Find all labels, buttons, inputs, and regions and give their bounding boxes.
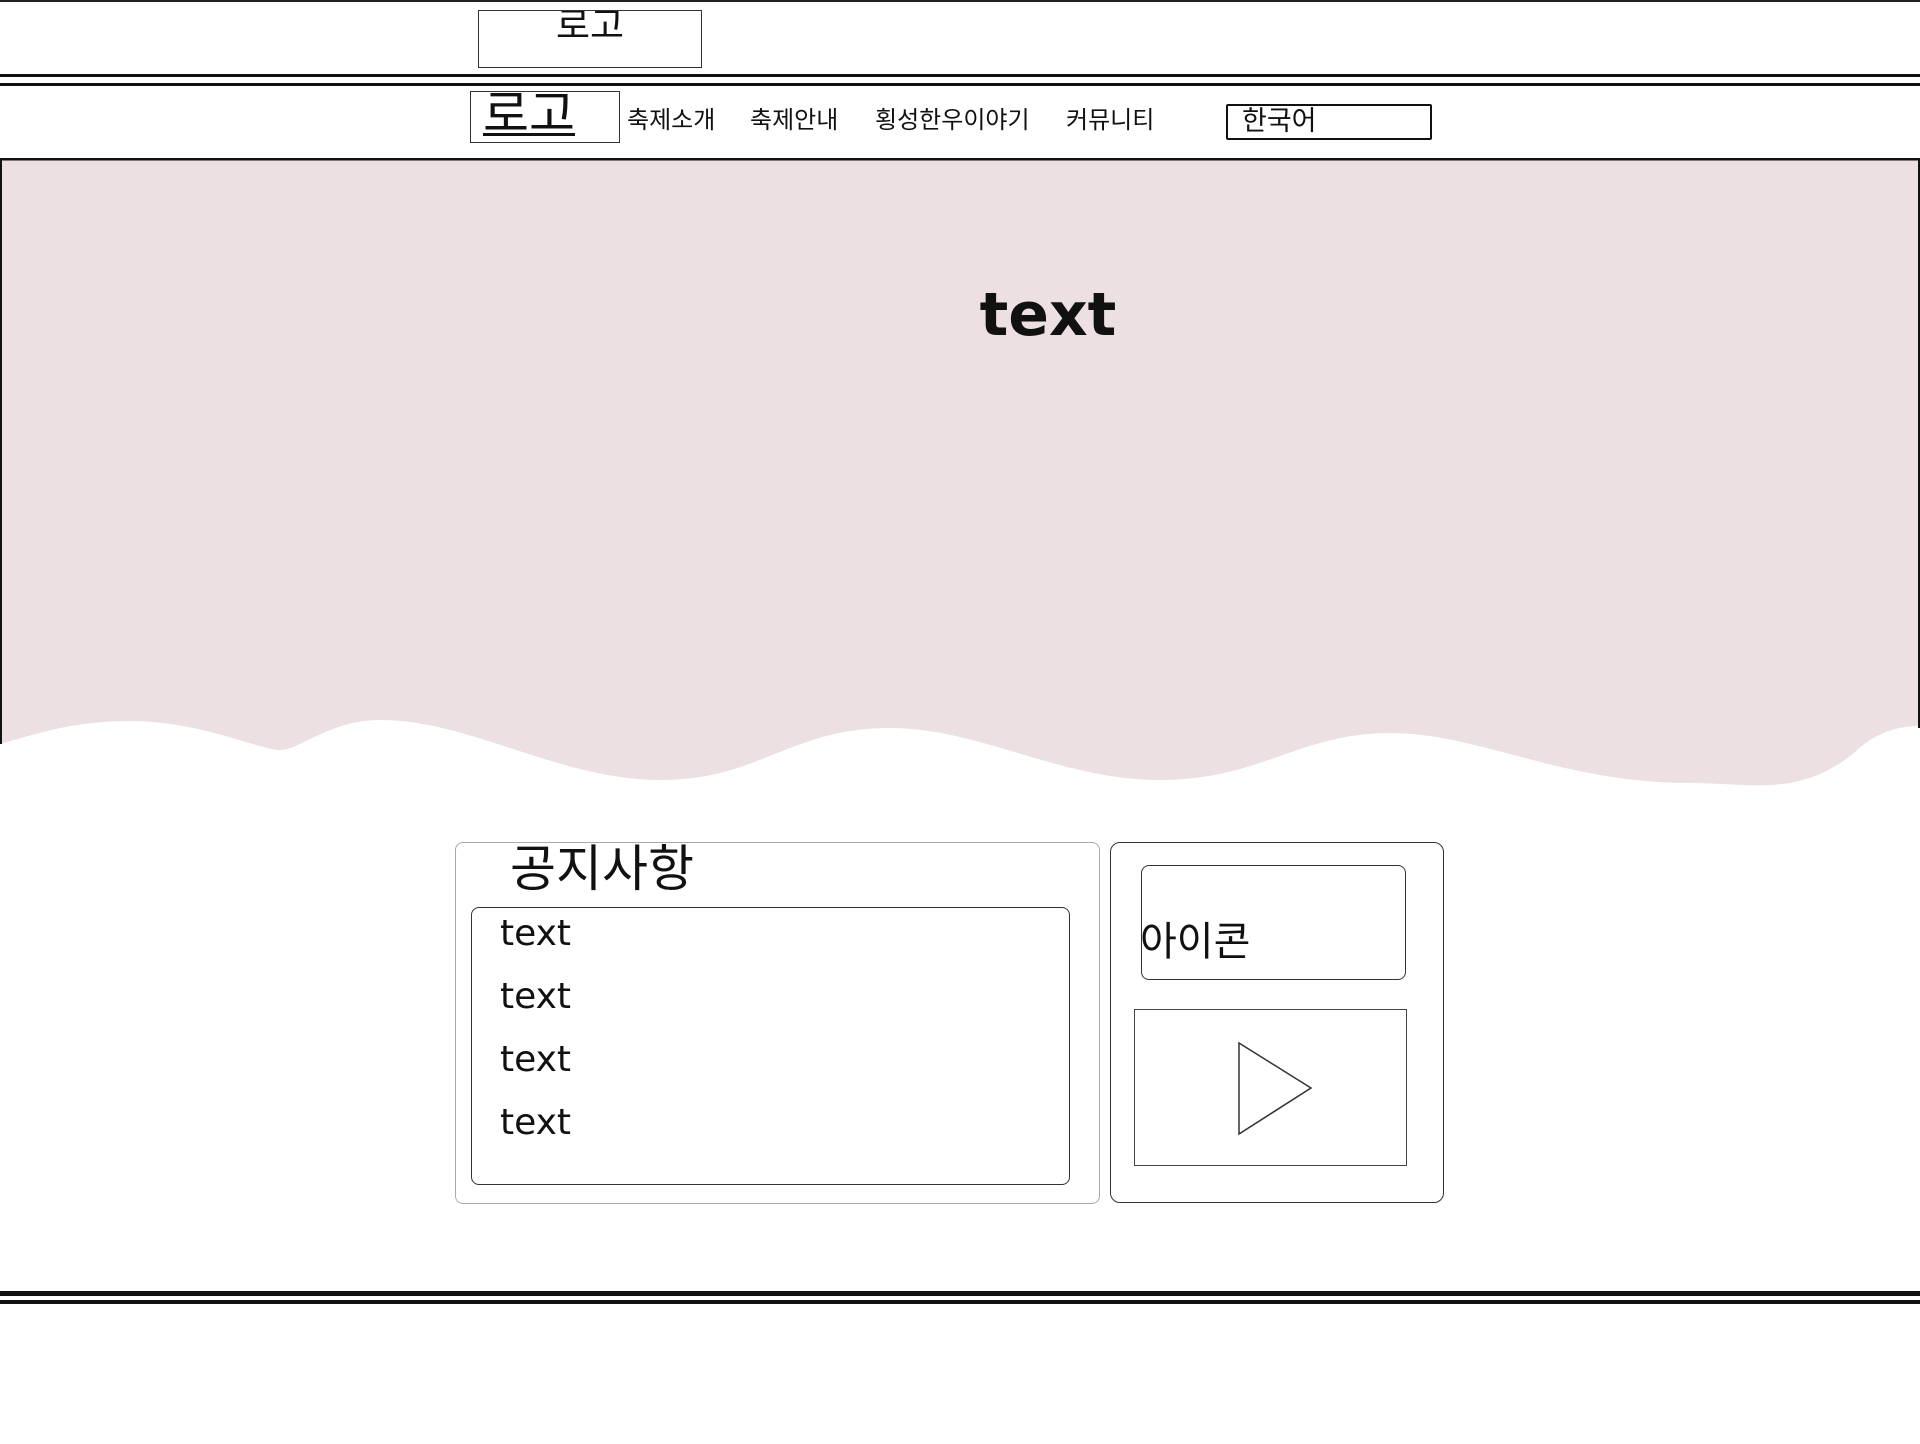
- notice-list-item[interactable]: text: [500, 975, 571, 1019]
- language-select[interactable]: 한국어: [1226, 104, 1432, 140]
- notice-list-item[interactable]: text: [500, 912, 571, 956]
- nav-item-festival-intro[interactable]: 축제소개: [627, 103, 715, 137]
- hero-background: [0, 158, 1920, 786]
- footer-divider-bottom: [0, 1300, 1920, 1304]
- play-icon[interactable]: [1135, 1010, 1408, 1167]
- hero-banner: [0, 158, 1920, 786]
- header-divider-bottom: [0, 83, 1920, 86]
- top-logo[interactable]: 로고: [478, 10, 702, 68]
- header-divider-top: [0, 74, 1920, 77]
- top-border: [0, 0, 1920, 2]
- icon-placeholder-label: 아이콘: [1140, 919, 1251, 965]
- notice-list-item[interactable]: text: [500, 1038, 571, 1082]
- nav-item-festival-guide[interactable]: 축제안내: [750, 103, 838, 137]
- hero-title: text: [979, 280, 1117, 350]
- notice-title[interactable]: 공지사항: [510, 836, 694, 902]
- nav-logo-text: 로고: [483, 91, 575, 143]
- nav-logo[interactable]: 로고: [470, 91, 620, 143]
- footer-divider-top: [0, 1291, 1920, 1296]
- video-player[interactable]: [1134, 1009, 1407, 1166]
- nav-item-community[interactable]: 커뮤니티: [1066, 103, 1154, 137]
- nav-item-hanwoo-story[interactable]: 횡성한우이야기: [875, 103, 1030, 137]
- notice-list-item[interactable]: text: [500, 1101, 571, 1145]
